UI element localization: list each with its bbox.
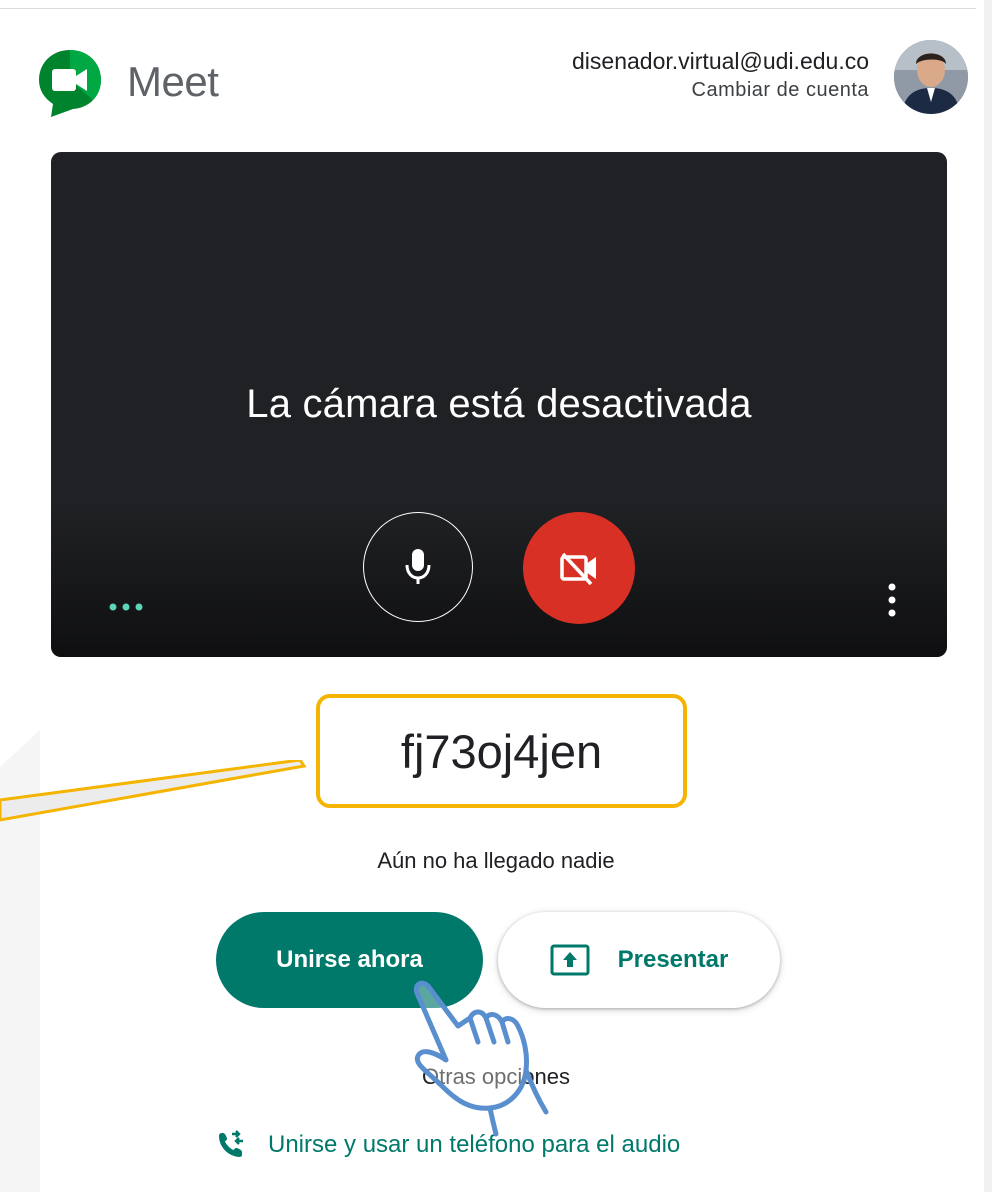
camera-off-message: La cámara está desactivada — [246, 382, 752, 426]
preview-gradient — [51, 507, 947, 657]
participants-status: Aún no ha llegado nadie — [377, 848, 615, 873]
join-now-button[interactable]: Unirse ahora — [216, 912, 483, 1008]
top-divider — [0, 8, 976, 9]
phone-transfer-icon — [219, 1130, 243, 1157]
join-with-phone-label: Unirse y usar un teléfono para el audio — [268, 1131, 681, 1158]
avatar[interactable] — [894, 40, 968, 114]
switch-account-link[interactable]: Cambiar de cuenta — [572, 76, 869, 104]
more-effects-icon[interactable] — [109, 603, 145, 611]
microphone-icon — [405, 549, 431, 584]
other-options-heading: Otras opciones — [422, 1064, 570, 1089]
account-info: disenador.virtual@udi.edu.co Cambiar de … — [572, 46, 869, 104]
background-shape-right — [984, 0, 992, 1192]
meeting-code: fj73oj4jen — [316, 694, 687, 808]
code-callout-pointer — [0, 760, 307, 822]
camera-toggle-button[interactable] — [523, 512, 635, 624]
app-name: Meet — [127, 58, 219, 105]
video-preview: La cámara está desactivada — [51, 152, 947, 657]
camera-off-icon — [560, 552, 596, 586]
meet-logo-icon — [39, 50, 101, 117]
present-button-label: Presentar — [617, 946, 729, 973]
avatar-photo — [894, 40, 968, 114]
microphone-toggle-button[interactable] — [363, 512, 473, 622]
more-options-icon[interactable] — [887, 582, 897, 618]
join-with-phone-link[interactable]: Unirse y usar un teléfono para el audio — [216, 1130, 680, 1160]
account-email: disenador.virtual@udi.edu.co — [572, 48, 869, 74]
present-screen-icon — [550, 944, 590, 976]
present-button[interactable]: Presentar — [498, 912, 780, 1008]
